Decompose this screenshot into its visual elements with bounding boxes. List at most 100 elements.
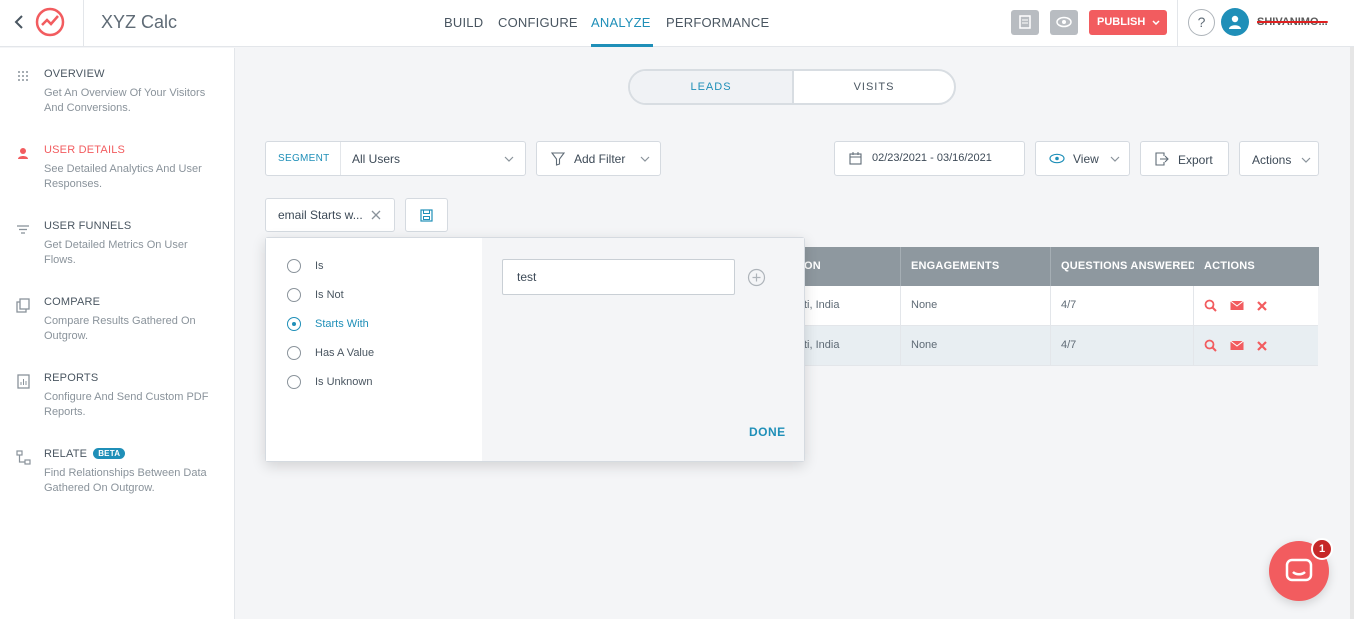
app-title: XYZ Calc [101,12,178,32]
user-name[interactable]: SHIVANIMO... [1257,16,1329,28]
nav-build[interactable]: BUILD [444,15,483,30]
cell-divider [1050,286,1051,326]
nav-configure[interactable]: CONFIGURE [498,15,578,30]
funnel-lines-icon [16,222,31,237]
date-range-picker[interactable]: 02/23/2021 - 03/16/2021 [834,141,1025,176]
header-divider [83,0,84,47]
actions-dropdown[interactable]: Actions [1239,141,1319,176]
chevron-down-icon [504,156,514,162]
add-filter-button[interactable]: Add Filter [536,141,661,176]
add-circle-icon[interactable] [747,268,766,287]
user-icon [16,146,31,161]
radio-button[interactable] [287,259,301,273]
delete-icon[interactable] [1257,339,1267,352]
compare-icon [16,298,31,313]
option-label: Has A Value [315,347,375,359]
table-header: ON ENGAGEMENTS QUESTIONS ANSWERED ACTION… [798,247,1319,286]
column-divider [1050,247,1051,286]
sidebar-item-desc: See Detailed Analytics And User Response… [44,163,202,190]
eye-icon [1049,153,1065,164]
done-button[interactable]: DONE [749,425,786,439]
sidebar-item-title: RELATE BETA [44,448,126,460]
cell-engagements: None [911,339,938,351]
condition-value-panel: DONE [482,238,804,461]
search-icon[interactable] [1204,339,1217,352]
radio-button-selected[interactable] [287,317,301,331]
nav-performance[interactable]: PERFORMANCE [666,15,769,30]
radio-button[interactable] [287,346,301,360]
save-filter-button[interactable] [405,198,448,232]
close-icon[interactable] [370,209,382,221]
search-icon[interactable] [1204,299,1217,312]
cell-divider [900,286,901,326]
publish-label: PUBLISH [1097,16,1146,28]
cell-divider [1193,326,1194,366]
option-label: Starts With [315,318,369,330]
avatar[interactable] [1221,8,1249,36]
preview-pages-button[interactable] [1011,10,1039,35]
chevron-down-icon [1152,20,1160,25]
sidebar: OVERVIEW Get An Overview Of Your Visitor… [0,48,235,619]
export-icon [1155,152,1169,166]
cell-divider [1193,286,1194,326]
cell-divider [900,326,901,366]
preview-eye-button[interactable] [1050,10,1078,35]
export-button[interactable]: Export [1140,141,1229,176]
table-row[interactable]: ti, India None 4/7 [798,326,1318,366]
sidebar-item-title: COMPARE [44,296,101,308]
column-divider [900,247,901,286]
condition-options: Is Is Not Starts With Has A Value Is Unk… [266,238,482,461]
cell-engagements: None [911,299,938,311]
radio-button[interactable] [287,375,301,389]
notification-badge: 1 [1311,538,1333,560]
calendar-icon [849,152,862,165]
column-header: ACTIONS [1204,260,1255,272]
beta-badge: BETA [93,448,126,459]
grid-dots-icon [16,70,31,85]
cell-questions: 4/7 [1061,299,1077,311]
tab-visits[interactable]: VISITS [794,71,954,103]
active-filter-chip[interactable]: email Starts w... [265,198,395,232]
active-nav-underline [591,44,653,47]
sidebar-item-title: USER DETAILS [44,144,126,156]
user-icon [1229,15,1241,29]
add-filter-label: Add Filter [574,152,626,166]
top-bar: XYZ Calc BUILD CONFIGURE ANALYZE PERFORM… [0,0,1354,47]
sidebar-item-desc: Compare Results Gathered On Outgrow. [44,315,196,342]
back-arrow-icon[interactable] [12,13,26,31]
radio-button[interactable] [287,288,301,302]
save-icon [420,209,433,222]
view-button[interactable]: View [1035,141,1130,176]
page-scrollbar[interactable] [1350,47,1354,619]
report-icon [16,374,31,389]
nav-analyze[interactable]: ANALYZE [591,15,651,30]
delete-icon[interactable] [1257,299,1267,312]
filter-value-input[interactable] [502,259,735,295]
tab-leads[interactable]: LEADS [630,71,794,103]
segment-select[interactable]: SEGMENT All Users [265,141,526,176]
sidebar-item-title: USER FUNNELS [44,220,132,232]
sidebar-item-desc: Get Detailed Metrics On User Flows. [44,239,188,266]
table-row[interactable]: ti, India None 4/7 [798,286,1318,326]
relate-icon [16,450,31,465]
date-range-value: 02/23/2021 - 03/16/2021 [872,152,992,164]
cell-location: ti, India [804,299,840,311]
mail-icon[interactable] [1230,339,1244,352]
publish-button[interactable]: PUBLISH [1089,10,1167,35]
column-header: QUESTIONS ANSWERED [1061,260,1194,272]
sidebar-item-desc: Configure And Send Custom PDF Reports. [44,391,209,418]
filter-icon [551,152,565,166]
header-divider-right [1177,0,1178,47]
column-header: ON [804,260,821,272]
segment-value: All Users [352,152,401,166]
mail-icon[interactable] [1230,299,1244,312]
cell-location: ti, India [804,339,840,351]
help-button[interactable]: ? [1188,9,1215,36]
segment-label: SEGMENT [278,153,330,164]
sidebar-item-desc: Get An Overview Of Your Visitors And Con… [44,87,206,114]
option-label: Is [315,260,324,272]
chat-icon [1285,558,1313,582]
cell-questions: 4/7 [1061,339,1077,351]
sidebar-item-title-text: RELATE [44,448,88,460]
outgrow-logo-icon[interactable] [33,5,67,39]
